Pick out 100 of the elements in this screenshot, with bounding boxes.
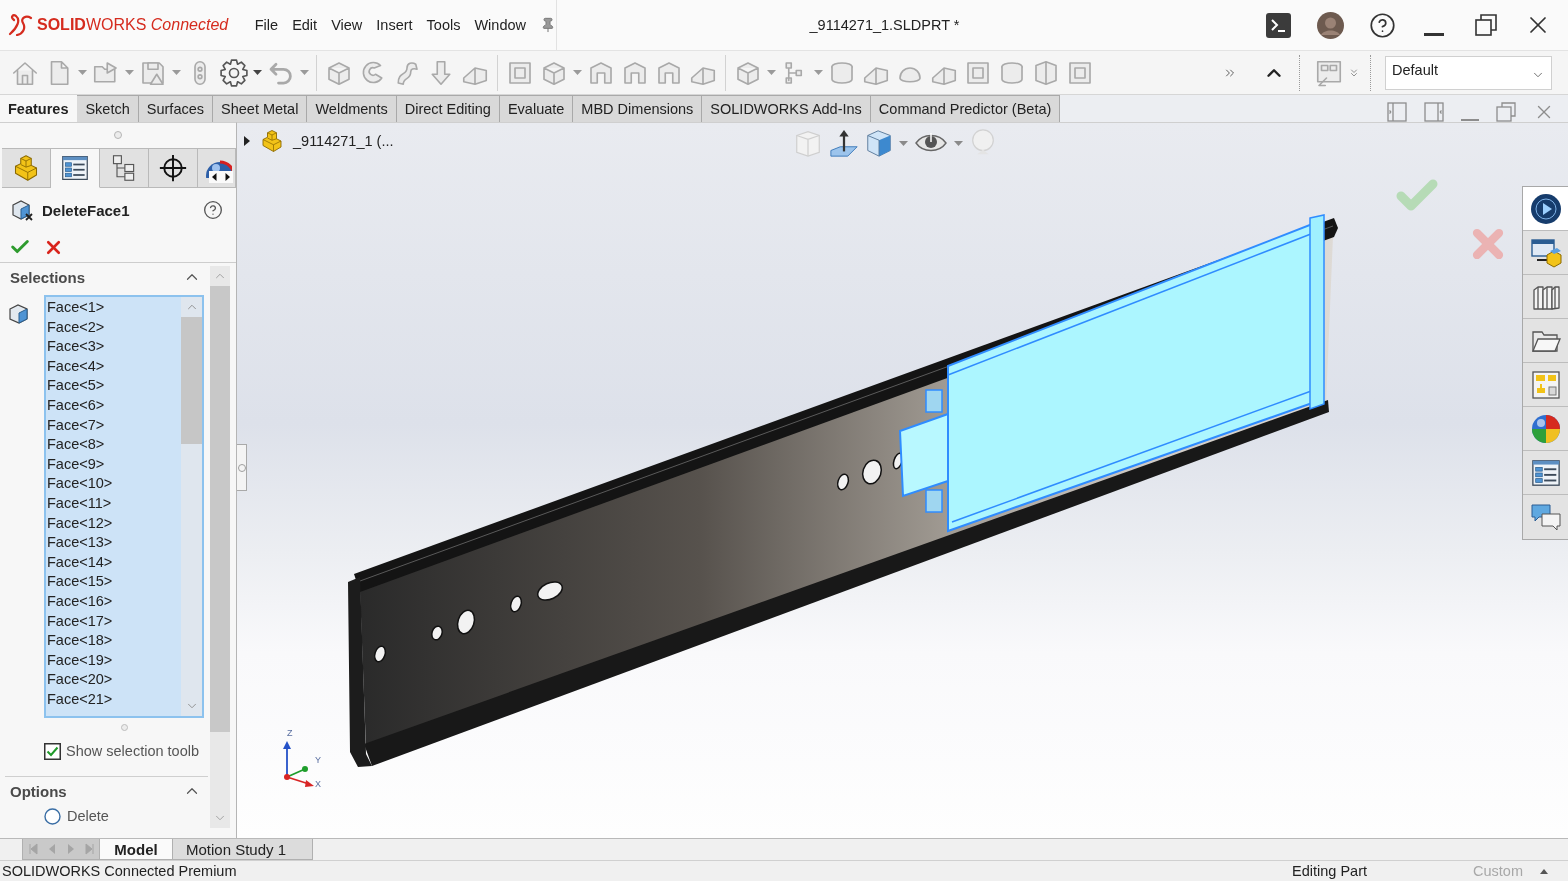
- list-item[interactable]: Face<18>: [47, 631, 181, 651]
- menu-item[interactable]: Tools: [426, 17, 461, 33]
- status-text: Editing Part: [1292, 863, 1368, 879]
- manager-tab[interactable]: [149, 148, 198, 188]
- tree-node-label[interactable]: _9114271_1 (...: [293, 133, 394, 149]
- splitter-handle[interactable]: [237, 444, 247, 491]
- skip-back-icon[interactable]: [27, 843, 38, 855]
- minimize-icon[interactable]: [1461, 118, 1479, 121]
- menu-item[interactable]: Insert: [376, 17, 413, 33]
- list-item[interactable]: Face<6>: [47, 395, 181, 416]
- list-item[interactable]: Face<21>: [47, 689, 181, 710]
- terminal-icon: [1265, 12, 1291, 38]
- list-item[interactable]: Face<3>: [47, 337, 181, 357]
- grip-handle[interactable]: [120, 723, 128, 731]
- scroll-thumb[interactable]: [181, 317, 202, 444]
- help-icon: [1368, 11, 1396, 39]
- menu-item[interactable]: File: [254, 17, 279, 33]
- scrollbar[interactable]: [181, 297, 202, 716]
- list-item[interactable]: Face<1>: [47, 298, 181, 318]
- play-globe-icon: [1529, 192, 1562, 225]
- chat-bubbles-icon: [1529, 501, 1562, 533]
- menu-item[interactable]: Edit: [292, 17, 318, 33]
- logo-icon: [7, 14, 33, 36]
- part-block-icon: [260, 129, 284, 153]
- command-tab[interactable]: Surfaces: [138, 95, 214, 122]
- task-pane-tab[interactable]: [1523, 451, 1568, 495]
- skip-forward-icon[interactable]: [84, 843, 95, 855]
- list-item[interactable]: Face<2>: [47, 317, 181, 338]
- tile-right-icon[interactable]: [1424, 101, 1444, 122]
- section-title: Options: [10, 782, 67, 800]
- section-view-icon[interactable]: [793, 128, 823, 158]
- feature-title: DeleteFace1: [42, 201, 130, 219]
- app-logo-text: SOLIDWORKS Connected: [37, 16, 229, 34]
- selection-list[interactable]: Face<1> Face<2> Face<3> Face<4> Face<5> Face<6> Face<7> Face<8> Face<9> Face<10> Face<11> Face<12> Face<13> Face<14> Face<15> Face<16> Face<17> Face<18> Face<19> Face<20> Face<21>: [44, 295, 204, 718]
- list-item[interactable]: Face<15>: [47, 572, 181, 592]
- list-item[interactable]: Face<5>: [47, 376, 181, 396]
- manager-tab[interactable]: [198, 148, 236, 188]
- menu-item[interactable]: Window: [474, 17, 526, 33]
- list-item[interactable]: Face<12>: [47, 513, 181, 534]
- triangle-right-icon[interactable]: [65, 843, 76, 855]
- radio-label[interactable]: Delete: [67, 808, 109, 824]
- scroll-thumb[interactable]: [210, 286, 230, 732]
- command-tab[interactable]: Sketch: [77, 95, 139, 122]
- expand-arrow-icon[interactable]: [243, 136, 251, 146]
- manager-tab[interactable]: [51, 148, 100, 188]
- list-item[interactable]: Face<20>: [47, 670, 181, 690]
- display-style-icon[interactable]: [865, 128, 893, 158]
- radio-button[interactable]: [44, 807, 61, 825]
- list-item[interactable]: Face<14>: [47, 552, 181, 573]
- command-tab[interactable]: Weldments: [307, 95, 397, 122]
- view-orientation-icon[interactable]: [829, 128, 859, 158]
- chevrons-down-icon[interactable]: [1348, 66, 1360, 79]
- avatar-icon: [1316, 11, 1344, 39]
- restore-icon[interactable]: [1496, 101, 1516, 122]
- command-tab[interactable]: Direct Editing: [396, 95, 500, 122]
- command-tab[interactable]: MBD Dimensions: [573, 95, 703, 122]
- caret-up-icon[interactable]: [1540, 868, 1548, 874]
- crosshair-icon: [159, 154, 187, 182]
- command-tab[interactable]: Features: [0, 95, 78, 122]
- list-item[interactable]: Face<9>: [47, 454, 181, 475]
- task-pane-tab[interactable]: [1523, 275, 1568, 319]
- help-icon[interactable]: [203, 200, 223, 220]
- color-ball-icon: [1529, 412, 1562, 445]
- axis-label: X: [315, 779, 321, 789]
- pin-icon[interactable]: [540, 17, 556, 33]
- task-pane-tab[interactable]: [1523, 187, 1568, 231]
- scrollbar[interactable]: [210, 266, 230, 828]
- document-tab[interactable]: Model: [100, 839, 173, 860]
- list-icon: [61, 154, 89, 182]
- axis-triad-icon: [281, 740, 315, 788]
- task-pane-tab[interactable]: [1523, 231, 1568, 275]
- axis-label: Y: [315, 755, 321, 765]
- list-item[interactable]: Face<7>: [47, 415, 181, 436]
- tile-left-icon[interactable]: [1387, 101, 1407, 122]
- caret-down-icon[interactable]: [253, 70, 262, 75]
- restore-icon: [1475, 14, 1497, 36]
- list-item[interactable]: Face<13>: [47, 533, 181, 553]
- command-tab[interactable]: Evaluate: [499, 95, 574, 122]
- command-tab[interactable]: Sheet Metal: [213, 95, 308, 122]
- document-title: _9114271_1.SLDPRT *: [809, 17, 960, 33]
- layout-icon: [1529, 368, 1562, 401]
- checkbox-label[interactable]: Show selection toolb: [66, 743, 199, 759]
- cube-x-icon: [10, 198, 34, 222]
- command-tab[interactable]: Command Predictor (Beta): [870, 95, 1061, 122]
- list-item[interactable]: Face<17>: [47, 611, 181, 632]
- grip-handle[interactable]: [114, 130, 122, 139]
- document-tab[interactable]: Motion Study 1: [173, 839, 313, 860]
- list-item[interactable]: Face<4>: [47, 356, 181, 377]
- list-item[interactable]: Face<11>: [47, 493, 181, 514]
- part-block-icon: [12, 154, 40, 182]
- gear-icon[interactable]: [219, 57, 249, 88]
- task-pane-tab[interactable]: [1523, 319, 1568, 363]
- list-item[interactable]: Face<19>: [47, 650, 181, 671]
- checkbox[interactable]: [44, 742, 61, 760]
- list-item[interactable]: Face<8>: [47, 435, 181, 455]
- menu-item[interactable]: View: [331, 17, 363, 33]
- command-tab[interactable]: SOLIDWORKS Add-Ins: [702, 95, 871, 122]
- list-item[interactable]: Face<16>: [47, 591, 181, 612]
- list-item[interactable]: Face<10>: [47, 474, 181, 494]
- configuration-dropdown[interactable]: Default: [1385, 55, 1552, 90]
